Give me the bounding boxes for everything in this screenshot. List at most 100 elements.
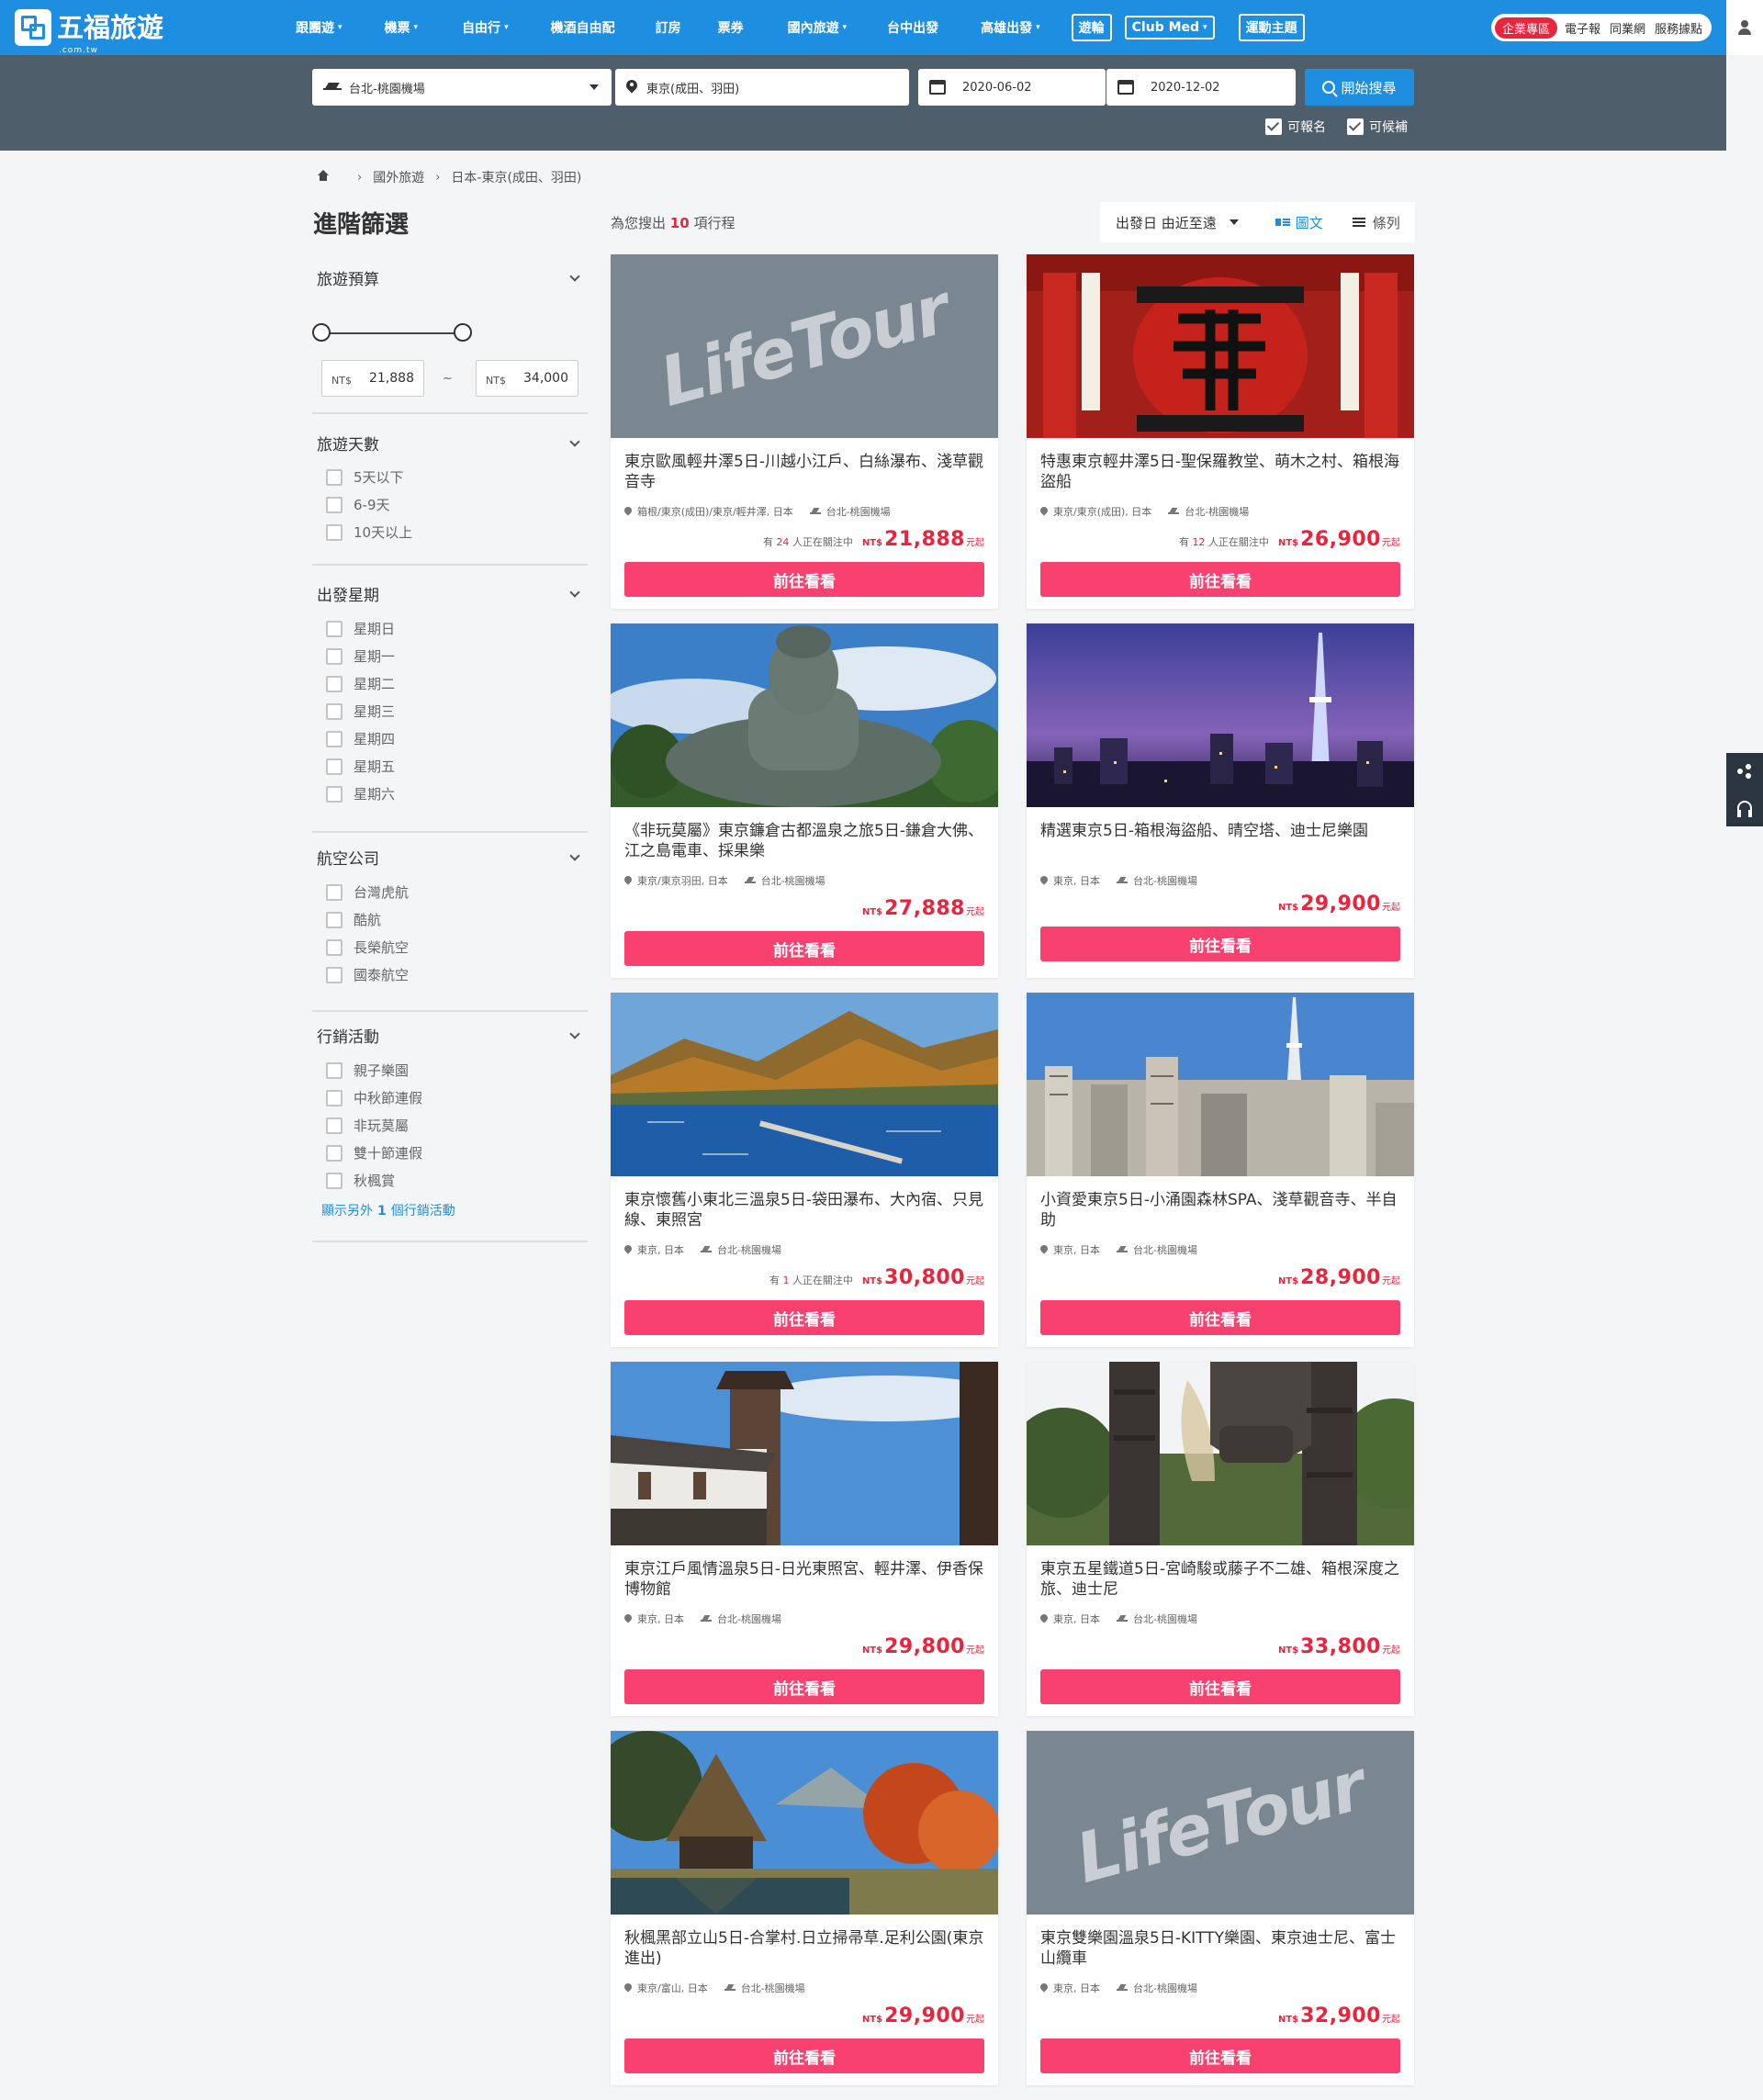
filter-option[interactable]: 秋楓賞 bbox=[326, 1171, 395, 1190]
view-tour-button[interactable]: 前往看看 bbox=[624, 1300, 984, 1335]
filter-airline-title[interactable]: 航空公司 bbox=[317, 846, 379, 869]
nav-item-boxed[interactable]: Club Med ▾ bbox=[1124, 16, 1215, 39]
tour-card[interactable]: 東京江戶風情溫泉5日-日光東照宮、輕井澤、伊香保博物館 東京, 日本 台北-桃園機場… bbox=[611, 1362, 998, 1716]
filter-option[interactable]: 星期四 bbox=[326, 729, 395, 748]
tour-card-title[interactable]: 東京五星鐵道5日-宮崎駿或藤子不二雄、箱根深度之旅、迪士尼 bbox=[1040, 1559, 1403, 1600]
nav-item[interactable]: 自由行 ▾ bbox=[462, 18, 509, 37]
tour-card[interactable]: 精選東京5日-箱根海盜船、晴空塔、迪士尼樂園 東京, 日本 台北-桃園機場 NT$ 29… bbox=[1027, 623, 1414, 978]
tour-card-image[interactable] bbox=[1027, 254, 1414, 438]
filter-option[interactable]: 雙十節連假 bbox=[326, 1143, 422, 1162]
view-tour-button[interactable]: 前往看看 bbox=[624, 931, 984, 966]
tour-card[interactable]: 《非玩莫屬》東京鐮倉古都溫泉之旅5日-鎌倉大佛、江之島電車、採果樂 東京/東京羽田… bbox=[611, 623, 998, 978]
filter-option[interactable]: 星期二 bbox=[326, 674, 395, 693]
member-button[interactable] bbox=[1726, 0, 1763, 55]
tour-card-title[interactable]: 東京江戶風情溫泉5日-日光東照宮、輕井澤、伊香保博物館 bbox=[624, 1559, 987, 1600]
checkbox[interactable] bbox=[326, 1061, 342, 1079]
headset-icon[interactable] bbox=[1737, 801, 1752, 817]
chevron-down-icon[interactable] bbox=[569, 271, 580, 282]
share-icon[interactable] bbox=[1737, 764, 1752, 779]
filter-days-title[interactable]: 旅遊天數 bbox=[317, 432, 379, 455]
available-checkbox[interactable]: 可報名 bbox=[1265, 118, 1326, 136]
checkbox[interactable] bbox=[326, 647, 342, 665]
checkbox[interactable] bbox=[326, 1144, 342, 1162]
filter-option[interactable]: 星期一 bbox=[326, 646, 395, 666]
checkbox[interactable] bbox=[326, 468, 342, 486]
breadcrumb-item[interactable]: 日本-東京(成田、羽田) bbox=[451, 168, 581, 186]
home-icon[interactable] bbox=[317, 170, 330, 183]
checkbox[interactable] bbox=[326, 938, 342, 956]
filter-option[interactable]: 長榮航空 bbox=[326, 938, 409, 957]
filter-weekday-title[interactable]: 出發星期 bbox=[317, 582, 379, 605]
tour-card-image[interactable] bbox=[1027, 993, 1414, 1176]
filter-marketing-title[interactable]: 行銷活動 bbox=[317, 1024, 379, 1047]
tour-card[interactable]: LifeTour 東京歐風輕井澤5日-川越小江戶、白絲瀑布、淺草觀音寺 箱根/東京(… bbox=[611, 254, 998, 609]
nav-item[interactable]: 機票 ▾ bbox=[385, 18, 419, 37]
budget-slider-max-handle[interactable] bbox=[454, 323, 472, 342]
search-button[interactable]: 開始搜尋 bbox=[1305, 69, 1414, 106]
checkbox[interactable] bbox=[326, 496, 342, 513]
view-tour-button[interactable]: 前往看看 bbox=[1040, 562, 1400, 597]
view-list-toggle[interactable]: 條列 bbox=[1352, 213, 1400, 232]
newsletter-link[interactable]: 電子報 bbox=[1565, 19, 1600, 37]
nav-item[interactable]: 台中出發 bbox=[887, 18, 938, 37]
breadcrumb-item[interactable]: 國外旅遊 bbox=[373, 168, 424, 186]
checkbox[interactable] bbox=[326, 620, 342, 637]
filter-option[interactable]: 星期六 bbox=[326, 784, 395, 803]
brand-logo[interactable]: 五福旅遊 .com.tw bbox=[15, 9, 163, 55]
tour-card-title[interactable]: 《非玩莫屬》東京鐮倉古都溫泉之旅5日-鎌倉大佛、江之島電車、採果樂 bbox=[624, 821, 987, 861]
budget-max-input[interactable]: NT$ 34,000 bbox=[476, 360, 578, 397]
filter-budget-title[interactable]: 旅遊預算 bbox=[317, 266, 379, 289]
nav-item[interactable]: 機酒自由配 bbox=[551, 18, 615, 37]
filter-option[interactable]: 10天以上 bbox=[326, 522, 412, 542]
corporate-link[interactable]: 企業專區 bbox=[1495, 17, 1558, 39]
tour-card-image[interactable] bbox=[611, 623, 998, 807]
filter-option[interactable]: 中秋節連假 bbox=[326, 1088, 422, 1107]
filter-option[interactable]: 親子樂園 bbox=[326, 1061, 409, 1080]
nav-item-boxed[interactable]: 遊輪 bbox=[1071, 14, 1112, 41]
checkbox[interactable] bbox=[326, 1089, 342, 1106]
tour-card-image[interactable] bbox=[611, 1731, 998, 1915]
tour-card-title[interactable]: 東京雙樂園溫泉5日-KITTY樂園、東京迪士尼、富士山纜車 bbox=[1040, 1928, 1403, 1969]
filter-option[interactable]: 星期三 bbox=[326, 702, 395, 721]
tour-card[interactable]: 小資愛東京5日-小涌園森林SPA、淺草觀音寺、半自助 東京, 日本 台北-桃園機場 N… bbox=[1027, 993, 1414, 1347]
chevron-down-icon[interactable] bbox=[569, 1028, 580, 1039]
tour-card-image[interactable] bbox=[611, 1362, 998, 1545]
tour-card[interactable]: 東京五星鐵道5日-宮崎駿或藤子不二雄、箱根深度之旅、迪士尼 東京, 日本 台北-桃園… bbox=[1027, 1362, 1414, 1716]
chevron-down-icon[interactable] bbox=[569, 436, 580, 447]
agency-link[interactable]: 同業網 bbox=[1610, 19, 1645, 37]
nav-item[interactable]: 跟團遊 ▾ bbox=[296, 18, 342, 37]
tour-card[interactable]: 秋楓黑部立山5日-合掌村.日立掃帚草.足利公園(東京進出) 東京/富山, 日本 台北… bbox=[611, 1731, 998, 2085]
checkbox[interactable] bbox=[326, 1117, 342, 1134]
chevron-down-icon[interactable] bbox=[569, 850, 580, 861]
tour-card-title[interactable]: 精選東京5日-箱根海盜船、晴空塔、迪士尼樂園 bbox=[1040, 821, 1403, 841]
filter-option[interactable]: 星期五 bbox=[326, 757, 395, 776]
checkbox[interactable] bbox=[326, 675, 342, 692]
show-more-link[interactable]: 顯示另外 1 個行銷活動 bbox=[321, 1201, 455, 1219]
destination-input[interactable]: 東京(成田、羽田) bbox=[615, 69, 909, 106]
checkbox[interactable] bbox=[326, 730, 342, 747]
checkbox[interactable] bbox=[326, 911, 342, 928]
tour-card[interactable]: LifeTour 東京雙樂園溫泉5日-KITTY樂園、東京迪士尼、富士山纜車 東京,… bbox=[1027, 1731, 1414, 2085]
checkbox[interactable] bbox=[326, 785, 342, 803]
tour-card-title[interactable]: 秋楓黑部立山5日-合掌村.日立掃帚草.足利公園(東京進出) bbox=[624, 1928, 987, 1969]
view-tour-button[interactable]: 前往看看 bbox=[624, 2038, 984, 2073]
checkbox[interactable] bbox=[326, 758, 342, 775]
budget-slider-track[interactable] bbox=[323, 332, 463, 334]
tour-card[interactable]: 東京懷舊小東北三溫泉5日-袋田瀑布、大內宿、只見線、東照宮 東京, 日本 台北-桃園… bbox=[611, 993, 998, 1347]
date-to-input[interactable]: 2020-12-02 bbox=[1106, 69, 1296, 106]
filter-option[interactable]: 酷航 bbox=[326, 910, 381, 929]
checkbox[interactable] bbox=[326, 1172, 342, 1189]
view-tour-button[interactable]: 前往看看 bbox=[624, 1669, 984, 1704]
checkbox[interactable] bbox=[326, 523, 342, 541]
checkbox[interactable] bbox=[326, 966, 342, 983]
departure-select[interactable]: 台北-桃園機場 bbox=[312, 69, 612, 106]
filter-option[interactable]: 5天以下 bbox=[326, 467, 404, 487]
nav-item[interactable]: 高雄出發 ▾ bbox=[981, 18, 1040, 37]
view-tour-button[interactable]: 前往看看 bbox=[1040, 1669, 1400, 1704]
sort-dropdown[interactable]: 出發日 由近至遠 bbox=[1116, 213, 1239, 232]
filter-option[interactable]: 台灣虎航 bbox=[326, 882, 409, 902]
tour-card[interactable]: 特惠東京輕井澤5日-聖保羅教堂、萌木之村、箱根海盜船 東京/東京(成田), 日本 台… bbox=[1027, 254, 1414, 609]
tour-card-title[interactable]: 小資愛東京5日-小涌園森林SPA、淺草觀音寺、半自助 bbox=[1040, 1190, 1403, 1230]
view-tour-button[interactable]: 前往看看 bbox=[1040, 1300, 1400, 1335]
tour-card-image[interactable] bbox=[1027, 623, 1414, 807]
